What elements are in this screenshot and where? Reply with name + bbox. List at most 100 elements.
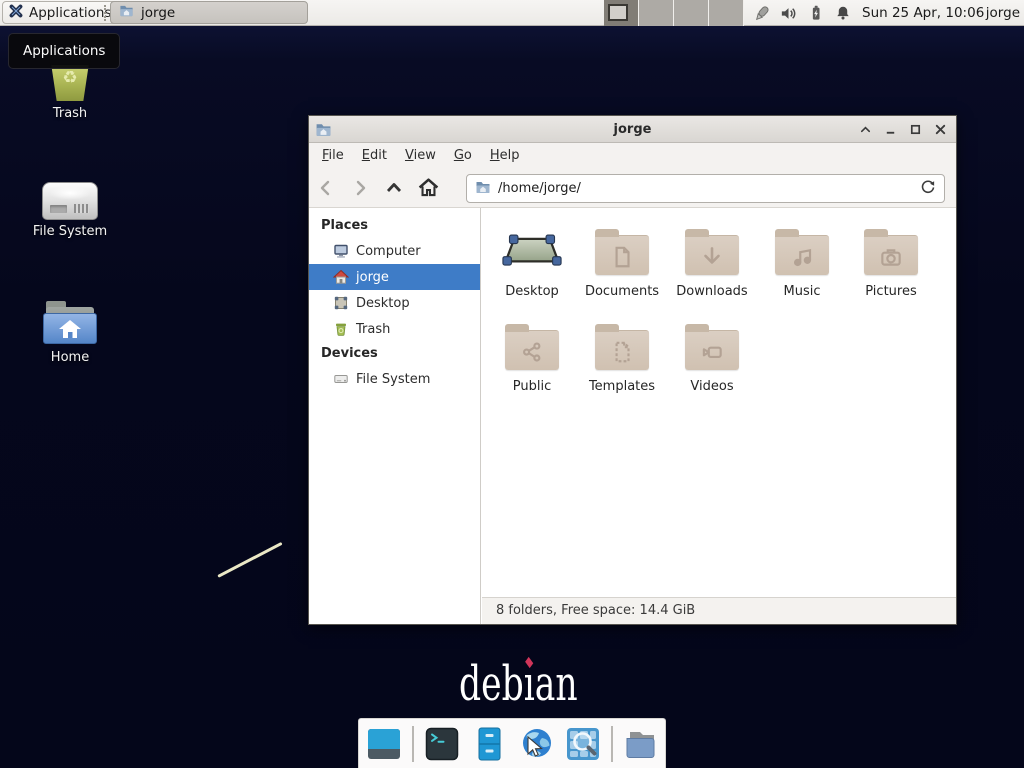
folder-item-label: Music	[759, 284, 845, 299]
debian-wordmark: debıan	[459, 660, 578, 708]
up-button[interactable]	[377, 173, 411, 203]
shade-button[interactable]	[857, 122, 873, 138]
sidebar-item-computer[interactable]: Computer	[309, 238, 480, 264]
maximize-button[interactable]	[907, 122, 923, 138]
folder-item-label: Pictures	[848, 284, 934, 299]
debian-text-an: an	[535, 656, 578, 712]
desktop-icon-filesystem[interactable]: File System	[14, 170, 126, 239]
workspace-4[interactable]	[709, 0, 744, 26]
menu-view[interactable]: View	[396, 145, 445, 166]
file-icon-view[interactable]: Desktop Documents	[482, 208, 956, 597]
menu-bar: File Edit View Go Help	[309, 143, 956, 168]
taskbar-window-label: jorge	[141, 5, 175, 21]
window-icon	[315, 121, 332, 142]
stray-line-artifact	[217, 542, 282, 578]
reload-icon[interactable]	[920, 179, 936, 199]
sidebar-item-label: Trash	[356, 322, 390, 337]
folder-item-label: Videos	[669, 379, 755, 394]
workspace-switcher[interactable]	[604, 0, 744, 26]
sidebar-item-label: File System	[356, 372, 430, 387]
folder-item-pictures[interactable]: Pictures	[848, 222, 934, 299]
back-button[interactable]	[309, 173, 343, 203]
input-device-icon[interactable]	[748, 0, 775, 26]
notification-bell-icon[interactable]	[829, 0, 856, 26]
workspace-2[interactable]	[639, 0, 674, 26]
xfce-logo-icon	[8, 3, 24, 23]
sidebar-header-places: Places	[309, 214, 480, 238]
dock-separator	[412, 726, 414, 762]
folder-item-documents[interactable]: Documents	[579, 222, 665, 299]
home-button[interactable]	[411, 173, 445, 203]
desktop-icon-home[interactable]: Home	[14, 296, 126, 365]
folder-item-desktop[interactable]: Desktop	[489, 222, 575, 299]
sidebar-item-jorge[interactable]: jorge	[309, 264, 480, 290]
home-folder-icon	[43, 300, 97, 346]
applications-tooltip: Applications	[8, 33, 120, 69]
desktop-icon	[333, 295, 349, 311]
web-browser-icon[interactable]	[517, 725, 555, 763]
sidebar-item-trash[interactable]: Trash	[309, 316, 480, 342]
folder-item-label: Documents	[579, 284, 665, 299]
applications-menu-button[interactable]: Applications	[2, 1, 120, 24]
window-folder-icon	[119, 3, 134, 22]
hard-drive-icon	[42, 182, 98, 220]
file-cabinet-icon[interactable]	[470, 725, 508, 763]
desktop-icon-label: Trash	[14, 106, 126, 121]
folder-icon	[864, 235, 918, 275]
folder-item-public[interactable]: Public	[489, 317, 575, 394]
desktop: Applications jorge	[0, 0, 1024, 768]
folder-icon	[595, 330, 649, 370]
desktop-item-icon	[489, 222, 575, 280]
launcher-dock	[358, 718, 666, 768]
volume-icon[interactable]	[775, 0, 802, 26]
desktop-icon-label: Home	[14, 350, 126, 365]
debian-text-i: ı	[524, 656, 535, 712]
path-input[interactable]: /home/jorge/	[498, 181, 913, 196]
menu-help[interactable]: Help	[481, 145, 529, 166]
menu-file[interactable]: File	[313, 145, 353, 166]
terminal-icon[interactable]	[423, 725, 461, 763]
folder-icon	[685, 330, 739, 370]
folder-item-downloads[interactable]: Downloads	[669, 222, 755, 299]
sidebar-item-label: Computer	[356, 244, 421, 259]
folder-item-label: Desktop	[489, 284, 575, 299]
folder-item-videos[interactable]: Videos	[669, 317, 755, 394]
window-titlebar[interactable]: jorge	[309, 116, 956, 143]
desktop-icon-label: File System	[14, 224, 126, 239]
workspace-1[interactable]	[604, 0, 639, 26]
sidebar-item-label: jorge	[356, 270, 389, 285]
folder-icon	[505, 330, 559, 370]
directory-menu-icon[interactable]	[622, 725, 660, 763]
panel-username[interactable]: jorge	[986, 0, 1020, 26]
dock-separator	[611, 726, 613, 762]
computer-icon	[333, 243, 349, 259]
trash-icon	[333, 321, 349, 337]
taskbar-grip[interactable]	[104, 5, 108, 21]
applications-menu-label: Applications	[29, 5, 111, 21]
workspace-3[interactable]	[674, 0, 709, 26]
forward-button[interactable]	[343, 173, 377, 203]
folder-item-music[interactable]: Music	[759, 222, 845, 299]
file-manager-window: jorge File Edit View Go Help	[308, 115, 957, 625]
drive-icon	[333, 371, 349, 387]
home-icon	[333, 269, 349, 285]
minimize-button[interactable]	[882, 122, 898, 138]
location-bar[interactable]: /home/jorge/	[466, 174, 945, 203]
sidebar-header-devices: Devices	[309, 342, 480, 366]
places-sidebar: Places Computer jorge	[309, 208, 481, 624]
folder-item-templates[interactable]: Templates	[579, 317, 665, 394]
folder-icon	[685, 235, 739, 275]
sidebar-item-filesystem[interactable]: File System	[309, 366, 480, 392]
top-panel: Applications jorge	[0, 0, 1024, 26]
close-button[interactable]	[932, 122, 948, 138]
show-desktop-icon[interactable]	[365, 725, 403, 763]
sidebar-item-desktop[interactable]: Desktop	[309, 290, 480, 316]
path-folder-icon	[475, 179, 491, 199]
app-finder-icon[interactable]	[564, 725, 602, 763]
menu-go[interactable]: Go	[445, 145, 481, 166]
menu-edit[interactable]: Edit	[353, 145, 396, 166]
battery-icon[interactable]	[802, 0, 829, 26]
taskbar-window-button[interactable]: jorge	[110, 1, 308, 24]
folder-icon	[775, 235, 829, 275]
panel-clock[interactable]: Sun 25 Apr, 10:06	[862, 0, 984, 26]
